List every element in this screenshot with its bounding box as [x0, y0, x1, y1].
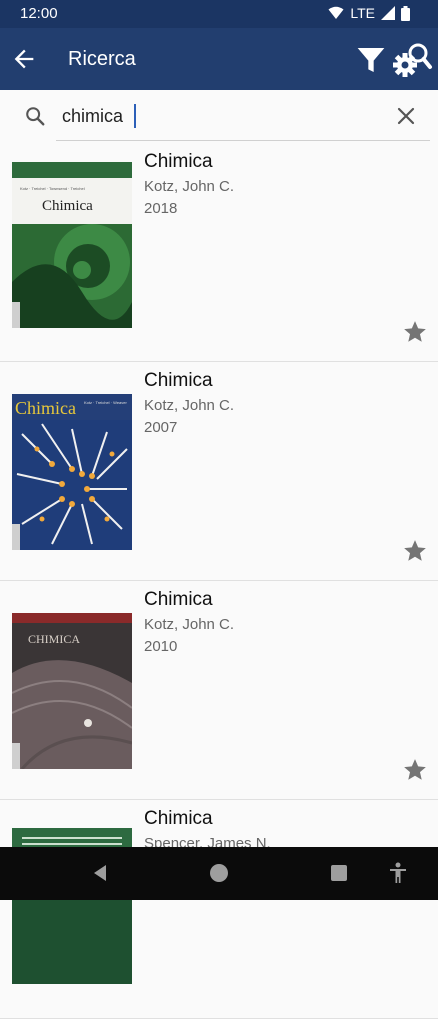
accessibility-icon[interactable] [386, 861, 410, 885]
result-author: Kotz, John C. [144, 178, 235, 195]
cover-title: Chimica [42, 198, 93, 214]
status-time: 12:00 [20, 5, 58, 22]
cover-title: Chimica [15, 398, 76, 418]
result-title: Chimica [144, 589, 213, 610]
star-icon[interactable] [402, 538, 428, 564]
result-year: 2018 [144, 200, 178, 217]
signal-icon [381, 6, 395, 20]
svg-text:Kotz · Treichel · Townsend · T: Kotz · Treichel · Townsend · Treichel [20, 186, 85, 191]
result-item[interactable]: CHIMICA Chimica Kotz, John C. 2010 [0, 581, 438, 800]
result-title: Chimica [144, 151, 213, 172]
result-item[interactable]: Chimica Spencer, James N. [0, 800, 438, 1019]
nav-recents-icon[interactable] [327, 861, 351, 885]
result-item[interactable]: Kotz · Treichel · Townsend · Treichel Ch… [0, 143, 438, 362]
advanced-search-icon[interactable] [392, 40, 434, 80]
search-bar [0, 90, 438, 142]
battery-icon [401, 5, 410, 21]
clear-icon[interactable] [394, 104, 418, 128]
search-input[interactable] [60, 102, 384, 130]
star-icon[interactable] [402, 757, 428, 783]
cover-title: CHIMICA [28, 632, 80, 646]
result-year: 2010 [144, 638, 178, 655]
nav-home-icon[interactable] [207, 861, 231, 885]
text-cursor [134, 104, 136, 128]
star-icon[interactable] [402, 319, 428, 345]
result-item[interactable]: Chimica Kotz · Treichel · Weaver Chimica… [0, 362, 438, 581]
book-cover: CHIMICA [12, 613, 132, 779]
status-bar: 12:00 LTE [0, 0, 438, 28]
nav-back-icon[interactable] [88, 861, 112, 885]
search-icon [26, 107, 45, 126]
result-author: Kotz, John C. [144, 397, 235, 414]
network-label: LTE [350, 5, 375, 21]
system-nav-bar [0, 847, 438, 900]
filter-icon[interactable] [354, 44, 388, 76]
search-underline [56, 140, 430, 141]
result-year: 2007 [144, 419, 178, 436]
result-author: Kotz, John C. [144, 616, 235, 633]
book-cover: Kotz · Treichel · Townsend · Treichel Ch… [12, 162, 132, 328]
svg-text:Kotz · Treichel · Weaver: Kotz · Treichel · Weaver [84, 400, 127, 405]
book-cover: Chimica Kotz · Treichel · Weaver [12, 394, 132, 560]
wifi-icon [328, 6, 344, 19]
status-icons: LTE [328, 5, 410, 21]
back-arrow-icon[interactable] [10, 45, 38, 73]
result-title: Chimica [144, 370, 213, 391]
result-title: Chimica [144, 808, 213, 829]
app-bar: Ricerca [0, 28, 438, 90]
page-title: Ricerca [68, 48, 136, 70]
